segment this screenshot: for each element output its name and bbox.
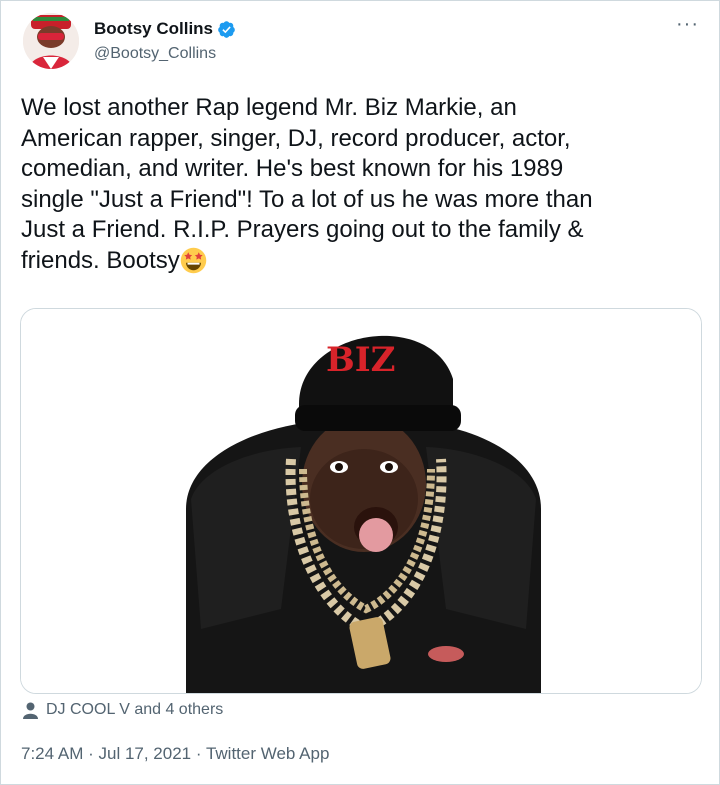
author-name[interactable]: Bootsy Collins — [94, 19, 213, 39]
avatar-image — [23, 13, 79, 69]
tweet-card: Bootsy Collins @Bootsy_Collins ··· We lo… — [0, 0, 720, 785]
tweet-meta: 7:24 AM · Jul 17, 2021 · Twitter Web App — [21, 744, 329, 764]
author-handle[interactable]: @Bootsy_Collins — [94, 45, 216, 63]
more-options-icon[interactable]: ··· — [676, 14, 699, 34]
verified-badge-icon — [218, 20, 235, 38]
tweet-text: We lost another Rap legend Mr. Biz Marki… — [21, 93, 701, 277]
meta-separator: · — [191, 744, 206, 763]
tagged-users[interactable]: DJ COOL V and 4 others — [23, 701, 223, 719]
tweet-text-content: We lost another Rap legend Mr. Biz Marki… — [21, 94, 593, 274]
tweet-source[interactable]: Twitter Web App — [206, 744, 329, 763]
tweet-date[interactable]: Jul 17, 2021 — [98, 744, 191, 763]
author-avatar[interactable] — [23, 13, 79, 69]
tweet-time[interactable]: 7:24 AM — [21, 744, 83, 763]
meta-separator: · — [83, 744, 99, 763]
star-struck-emoji — [180, 247, 206, 274]
biz-markie-photo: BIZ — [21, 309, 701, 693]
tweet-media[interactable]: BIZ — [20, 308, 702, 694]
cap-text: BIZ — [326, 340, 395, 380]
person-icon — [23, 702, 38, 719]
author-name-row[interactable]: Bootsy Collins — [94, 19, 236, 39]
tagged-users-label[interactable]: DJ COOL V and 4 others — [46, 701, 223, 719]
